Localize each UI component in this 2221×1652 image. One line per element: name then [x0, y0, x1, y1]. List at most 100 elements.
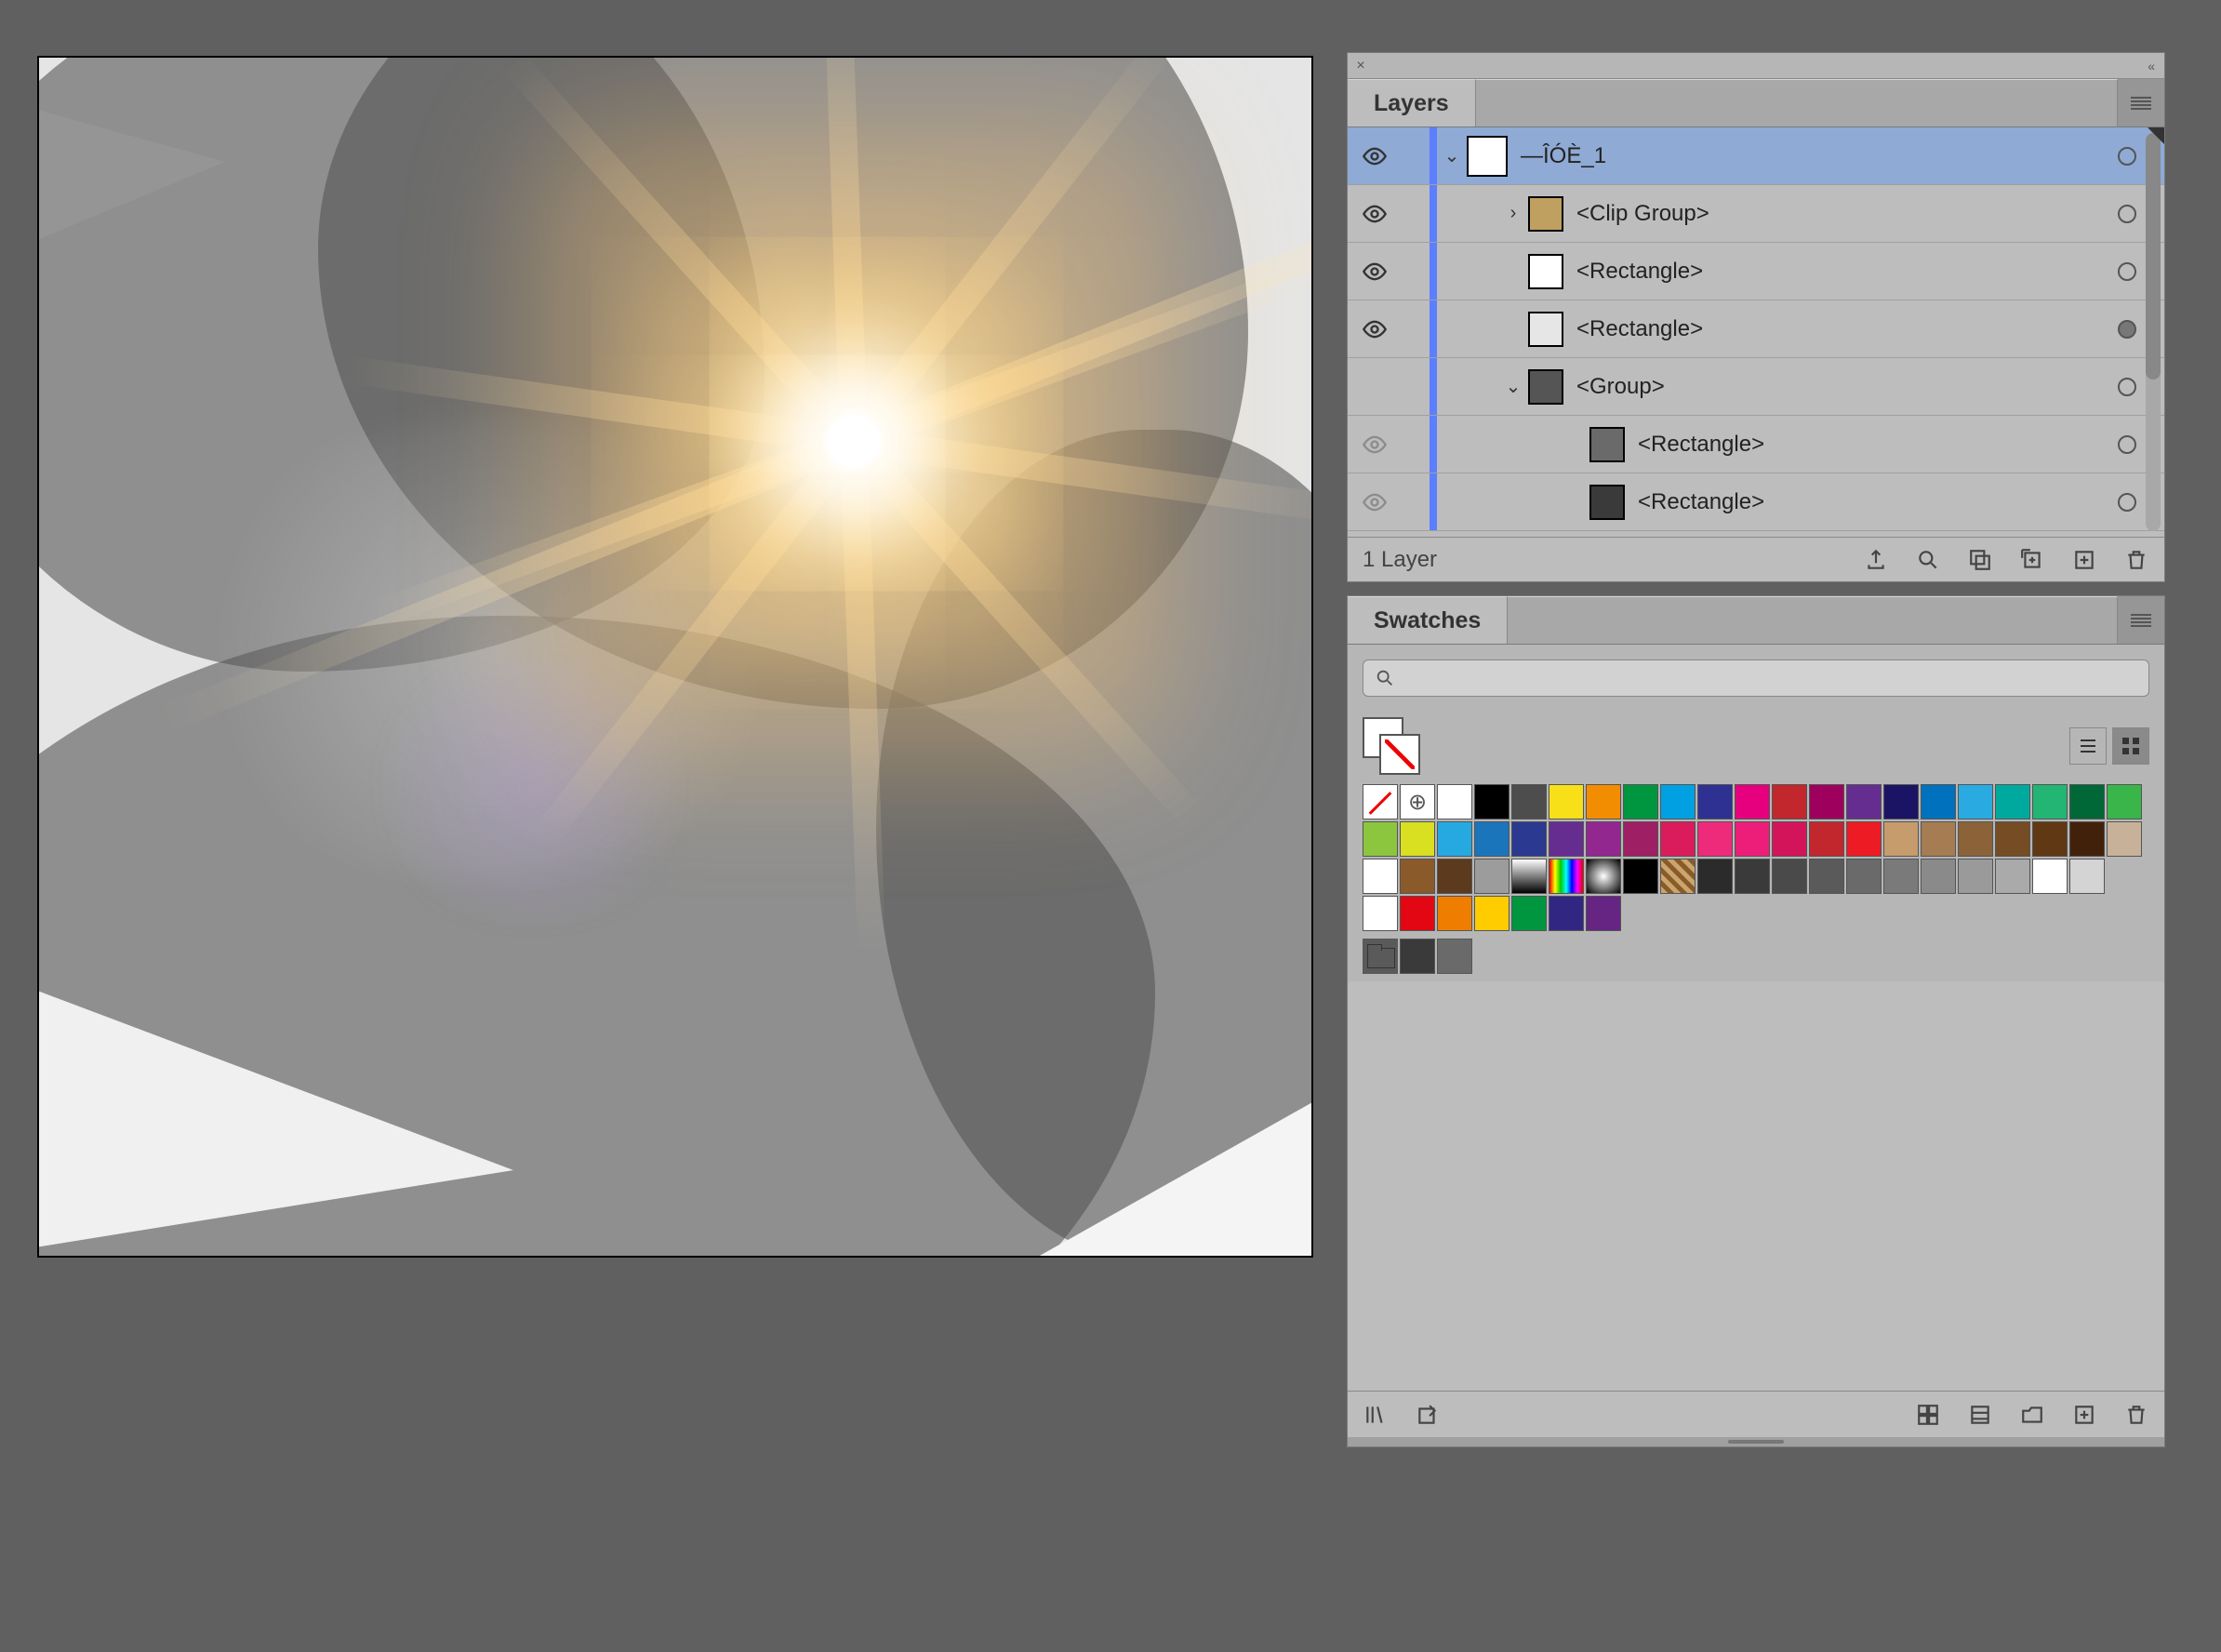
swatch[interactable] [1958, 821, 1993, 857]
layer-name-label[interactable]: <Rectangle> [1576, 259, 1703, 285]
swatch[interactable] [1809, 821, 1844, 857]
swatch[interactable] [1809, 784, 1844, 819]
swatch[interactable] [1549, 821, 1584, 857]
visibility-toggle[interactable] [1348, 201, 1402, 227]
collapse-icon[interactable]: « [2148, 59, 2155, 73]
resize-grip[interactable] [1348, 1437, 2164, 1446]
add-to-library-icon[interactable] [1415, 1402, 1441, 1428]
swatch[interactable] [1995, 784, 2030, 819]
swatch[interactable] [1437, 896, 1472, 931]
fill-stroke-indicator[interactable] [1363, 717, 1420, 775]
layer-name-label[interactable]: <Rectangle> [1576, 316, 1703, 342]
swatch[interactable] [1809, 859, 1844, 894]
swatch[interactable] [1474, 784, 1509, 819]
swatch[interactable] [1921, 784, 1956, 819]
swatch[interactable] [1735, 784, 1770, 819]
swatch[interactable] [1437, 859, 1472, 894]
swatch[interactable] [1846, 821, 1882, 857]
swatch[interactable] [1921, 859, 1956, 894]
layer-name-label[interactable]: <Rectangle> [1638, 432, 1764, 458]
swatch-libraries-icon[interactable] [1363, 1402, 1389, 1428]
target-button[interactable] [2118, 205, 2136, 223]
swatch[interactable] [1400, 896, 1435, 931]
swatch[interactable] [1921, 821, 1956, 857]
swatch[interactable] [1735, 821, 1770, 857]
tab-swatches[interactable]: Swatches [1348, 596, 1508, 644]
layer-row[interactable]: <Rectangle> [1348, 473, 2164, 531]
scrollbar-thumb[interactable] [2146, 133, 2161, 380]
swatch[interactable] [1697, 821, 1733, 857]
swatch[interactable] [1549, 784, 1584, 819]
swatch[interactable] [1660, 859, 1696, 894]
swatch[interactable] [1995, 859, 2030, 894]
swatch[interactable] [1660, 784, 1696, 819]
swatch[interactable] [1400, 859, 1435, 894]
swatch[interactable] [2069, 859, 2105, 894]
swatch[interactable] [2107, 784, 2142, 819]
layer-list[interactable]: ⌄—ÎÓÈ_1›<Clip Group> <Rectangle> <Rectangl… [1348, 127, 2164, 537]
swatch[interactable] [1511, 859, 1547, 894]
target-button[interactable] [2118, 320, 2136, 339]
swatch[interactable] [2069, 784, 2105, 819]
layer-name-label[interactable]: <Group> [1576, 374, 1665, 400]
swatch[interactable] [1363, 896, 1398, 931]
swatch[interactable] [1511, 784, 1547, 819]
swatch[interactable] [2032, 821, 2068, 857]
export-icon[interactable] [1863, 547, 1889, 573]
swatch[interactable] [2069, 821, 2105, 857]
artboard[interactable] [37, 56, 1313, 1258]
swatch-kind-icon[interactable] [1967, 1402, 1993, 1428]
swatch[interactable] [1660, 821, 1696, 857]
swatch[interactable] [1735, 859, 1770, 894]
swatch[interactable] [1400, 784, 1435, 819]
swatch[interactable] [1883, 821, 1919, 857]
new-layer-icon[interactable] [2071, 547, 2097, 573]
swatch[interactable] [1586, 821, 1621, 857]
layer-name-label[interactable]: —ÎÓÈ_1 [1521, 143, 1606, 169]
disclosure-toggle[interactable]: › [1498, 203, 1528, 224]
swatch[interactable] [1437, 939, 1472, 974]
swatch[interactable] [1883, 784, 1919, 819]
new-swatch-icon[interactable] [2071, 1402, 2097, 1428]
swatch[interactable] [1958, 859, 1993, 894]
new-color-group-icon[interactable] [2019, 1402, 2045, 1428]
target-button[interactable] [2118, 147, 2136, 166]
layer-name-label[interactable]: <Rectangle> [1638, 489, 1764, 515]
swatch[interactable] [1772, 821, 1807, 857]
layer-row[interactable]: ›<Clip Group> [1348, 185, 2164, 243]
swatch[interactable] [1995, 821, 2030, 857]
swatch[interactable] [1549, 859, 1584, 894]
swatch[interactable] [1363, 859, 1398, 894]
swatch[interactable] [1437, 821, 1472, 857]
layer-row[interactable]: ⌄—ÎÓÈ_1 [1348, 127, 2164, 185]
swatch[interactable] [1846, 859, 1882, 894]
swatch[interactable] [1363, 784, 1398, 819]
visibility-toggle[interactable] [1348, 432, 1402, 458]
swatch[interactable] [1623, 821, 1658, 857]
search-icon[interactable] [1915, 547, 1941, 573]
visibility-toggle[interactable] [1348, 143, 1402, 169]
swatch[interactable] [1400, 821, 1435, 857]
swatch[interactable] [1586, 896, 1621, 931]
panel-menu-button[interactable] [2118, 596, 2164, 644]
swatch-search-field[interactable] [1403, 668, 2137, 689]
swatch[interactable] [1697, 859, 1733, 894]
list-view-button[interactable] [2069, 727, 2107, 765]
swatch[interactable] [1772, 784, 1807, 819]
visibility-toggle[interactable] [1348, 259, 1402, 285]
swatch[interactable] [1474, 859, 1509, 894]
swatch[interactable] [1511, 821, 1547, 857]
close-icon[interactable]: × [1348, 58, 1374, 74]
layer-row[interactable]: <Rectangle> [1348, 300, 2164, 358]
swatch[interactable] [1586, 859, 1621, 894]
swatch[interactable] [1363, 821, 1398, 857]
tab-layers[interactable]: Layers [1348, 79, 1476, 127]
grid-view-button[interactable] [2112, 727, 2149, 765]
swatch[interactable] [1400, 939, 1435, 974]
swatch[interactable] [1474, 896, 1509, 931]
swatch[interactable] [1697, 784, 1733, 819]
swatch[interactable] [1549, 896, 1584, 931]
swatch-group-folder[interactable] [1363, 939, 1398, 974]
target-button[interactable] [2118, 378, 2136, 396]
swatch[interactable] [1846, 784, 1882, 819]
